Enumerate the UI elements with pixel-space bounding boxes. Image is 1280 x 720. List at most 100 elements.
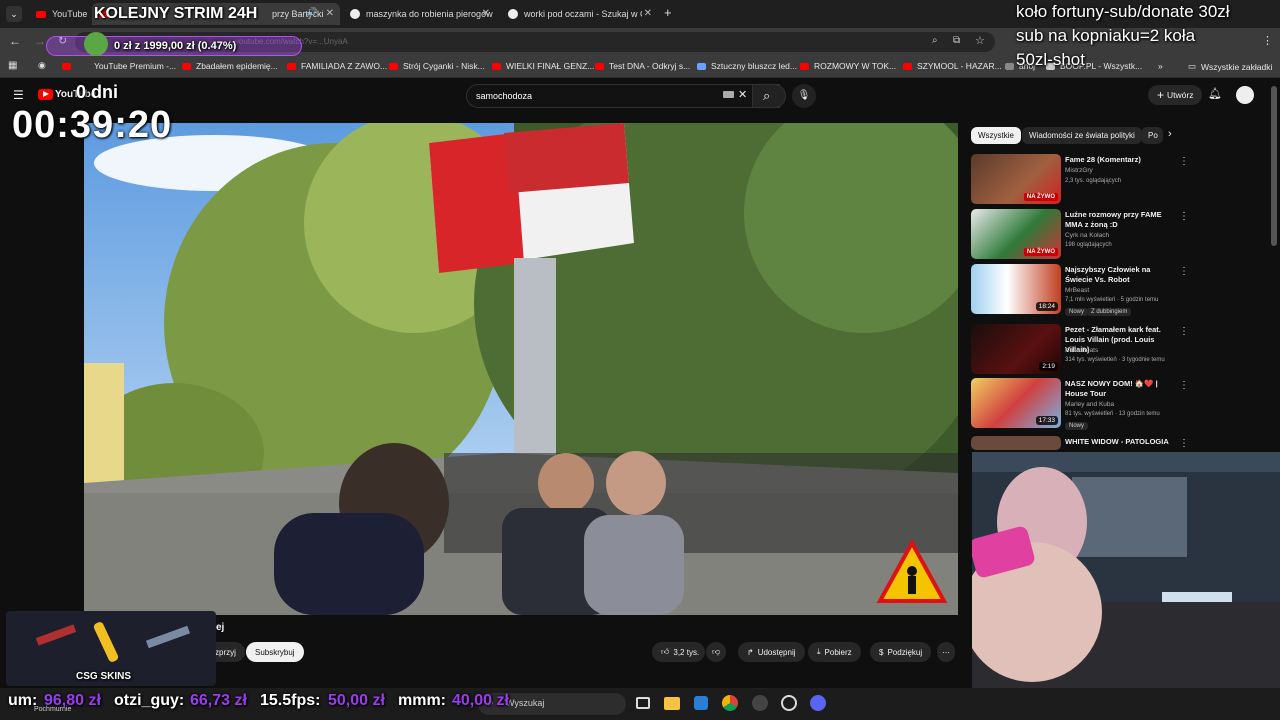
google-favicon-icon	[508, 9, 518, 19]
wheel-rules-line1: koło fortuny-sub/donate 30zł	[1016, 2, 1230, 21]
bookmark-item[interactable]: WIELKI FINAŁ GENZ...	[492, 61, 594, 71]
chrome-icon[interactable]	[722, 695, 738, 711]
stream-title: KOLEJNY STRIM 24H	[94, 5, 258, 22]
ticker-name: 15.5fps:	[260, 692, 321, 709]
more-options-icon[interactable]: ⋮	[1179, 156, 1189, 167]
pepe-emote	[84, 32, 108, 56]
bookmark-item[interactable]: FAMILIADA Z ZAWO...	[287, 61, 387, 71]
bookmark-item[interactable]: Test DNA - Odkryj s...	[595, 61, 690, 71]
keyboard-icon[interactable]	[723, 91, 734, 98]
thanks-button[interactable]: $ Podziękuj	[870, 642, 932, 662]
video-thumbnail	[971, 436, 1061, 450]
more-options-icon[interactable]: ⋮	[1179, 326, 1189, 337]
recommended-video[interactable]: 18:24 Najszybszy Człowiek na Świecie Vs.…	[971, 264, 1271, 316]
discord-icon[interactable]	[810, 695, 826, 711]
like-button[interactable]: 👍︎ 3,2 tys.	[652, 642, 706, 662]
install-icon[interactable]: ⧉	[953, 35, 960, 46]
folder-icon: ▭	[1188, 61, 1197, 71]
tab-maszynka[interactable]: maszynka do robienia pierogów ✕	[344, 3, 496, 25]
video-frame	[84, 123, 958, 615]
chip-all[interactable]: Wszystkie	[971, 127, 1021, 144]
search-icon: ⌕	[763, 88, 771, 103]
more-options-icon[interactable]: ⋮	[1179, 438, 1189, 449]
task-view-icon[interactable]	[636, 697, 650, 709]
forward-button[interactable]: →	[34, 34, 46, 48]
channel-name-tail[interactable]: ej	[216, 622, 224, 633]
bookmark-item[interactable]: Zbadałem epidemię...	[182, 61, 278, 71]
zoom-icon[interactable]: ⌕	[932, 35, 938, 46]
youtube-favicon-icon	[36, 10, 46, 18]
bookmark-item[interactable]: Strój Cyganki - Nisk...	[389, 61, 485, 71]
ticker-name: otzi_guy:	[114, 692, 185, 709]
share-icon: ↱	[747, 647, 754, 657]
clear-search-icon[interactable]: ✕	[738, 88, 747, 101]
obs-icon[interactable]	[781, 695, 797, 711]
more-options-icon[interactable]: ⋮	[1179, 266, 1189, 277]
hamburger-menu-icon[interactable]: ☰	[13, 88, 24, 102]
video-player[interactable]	[84, 123, 958, 615]
file-explorer-icon[interactable]	[664, 697, 680, 710]
thumbs-down-icon: 👎︎	[712, 647, 721, 656]
apps-grid-icon[interactable]: ▦	[8, 60, 17, 71]
bookmark-item[interactable]: ROZMOWY W TOK...	[800, 61, 896, 71]
scrollbar[interactable]	[1271, 86, 1277, 246]
plus-icon: +	[1157, 88, 1165, 102]
close-tab-icon[interactable]: ✕	[482, 8, 490, 19]
ticker-amount: 50,00 zł	[328, 692, 385, 709]
recommended-video[interactable]: WHITE WIDOW - PATOLOGIA ⋮	[971, 436, 1271, 450]
more-bookmarks-icon[interactable]: »	[1158, 61, 1163, 71]
speaker-icon[interactable]: 🔊	[307, 7, 318, 18]
ticker-amount: 40,00 zł	[452, 692, 509, 709]
donation-goal: 0 zł z 1999,00 zł (0.47%)	[114, 40, 237, 52]
browser-menu-icon[interactable]: ⋮	[1262, 34, 1273, 47]
weather-text: Pochmurnie	[34, 706, 72, 713]
youtube-favicon-icon	[287, 62, 296, 70]
tab-youtube[interactable]: YouTube	[30, 3, 90, 25]
tab-worki[interactable]: worki pod oczami - Szukaj w Go ✕	[502, 3, 658, 25]
youtube-favicon-icon	[800, 62, 809, 70]
store-icon[interactable]	[694, 696, 708, 710]
more-options-icon[interactable]: ⋮	[1179, 380, 1189, 391]
recommended-video[interactable]: NA ŻYWO Luźne rozmowy przy FAME MMA z żo…	[971, 209, 1271, 261]
more-options-icon[interactable]: ⋮	[1179, 211, 1189, 222]
app-icon[interactable]	[752, 695, 768, 711]
streamer-webcam	[972, 452, 1280, 688]
video-thumbnail: 2:19	[971, 324, 1061, 374]
rifle-skin-icon	[35, 624, 77, 646]
knife-skin-icon	[92, 620, 120, 664]
back-button[interactable]: ←	[9, 34, 21, 48]
voice-search-button[interactable]: 🎙︎	[792, 84, 816, 108]
more-actions-icon[interactable]: ⋯	[937, 642, 955, 662]
bookmark-star-icon[interactable]: ☆	[975, 34, 985, 47]
microphone-icon: 🎙︎	[797, 90, 811, 101]
close-tab-icon[interactable]: ✕	[644, 8, 652, 19]
recommended-video[interactable]: 17:33 NASZ NOWY DOM! 🏠❤️ | House Tour Ma…	[971, 378, 1271, 430]
google-favicon-icon	[350, 9, 360, 19]
download-button[interactable]: ⤓ Pobierz	[808, 642, 861, 662]
youtube-logo-icon	[38, 89, 53, 100]
stream-timer: 00:39:20	[12, 104, 173, 146]
avatar[interactable]	[1236, 86, 1254, 104]
share-button[interactable]: ↱ Udostępnij	[738, 642, 805, 662]
chip-more[interactable]: Po	[1141, 127, 1163, 144]
dislike-button[interactable]: 👎︎	[706, 642, 727, 662]
tab-list-dropdown[interactable]: ⌄	[6, 6, 22, 22]
new-tab-button[interactable]: +	[664, 5, 672, 20]
bookmark-item[interactable]: Sztuczny bluszcz led...	[697, 61, 797, 71]
close-tab-icon[interactable]: ✕	[326, 8, 334, 19]
notifications-bell-icon[interactable]: 🔔︎	[1208, 87, 1222, 100]
bookmark-favicon-icon	[697, 62, 706, 70]
recommended-video[interactable]: NA ŻYWO Fame 28 (Komentarz) MistrzGry 2,…	[971, 154, 1271, 206]
bookmark-folder-icon[interactable]: ◉	[38, 60, 46, 71]
subscribe-button[interactable]: Subskrybuj	[246, 642, 304, 662]
chip-politics[interactable]: Wiadomości ze świata polityki	[1022, 127, 1142, 144]
create-button[interactable]: + Utwórz	[1148, 85, 1203, 105]
chips-next-icon[interactable]: ›	[1168, 128, 1172, 140]
download-icon: ⤓	[817, 647, 821, 656]
bookmark-item[interactable]: YouTube Premium -...	[62, 61, 176, 71]
ticker-amount: 66,73 zł	[190, 692, 247, 709]
all-bookmarks[interactable]: ▭ Wszystkie zakładki	[1188, 61, 1272, 72]
recommended-video[interactable]: 2:19 Pezet - Złamałem kark feat. Louis V…	[971, 324, 1271, 376]
search-button[interactable]: ⌕	[752, 84, 786, 108]
bookmark-item[interactable]: SZYMOOL - HAZAR...	[903, 61, 1002, 71]
